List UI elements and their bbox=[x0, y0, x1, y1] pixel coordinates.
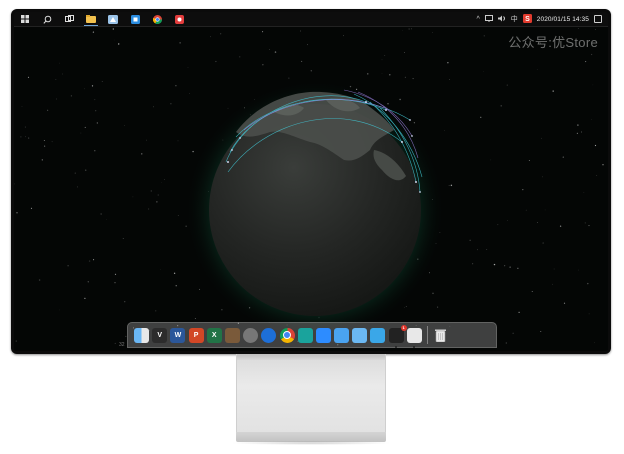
top-taskbar: ^ 中 S 2020/01/15 14:35 bbox=[14, 12, 608, 27]
running-indicator bbox=[395, 345, 398, 348]
volume-icon[interactable] bbox=[497, 15, 506, 24]
ime-indicator[interactable]: 中 bbox=[511, 16, 518, 23]
notification-badge: 1 bbox=[400, 324, 407, 331]
gear-icon[interactable] bbox=[243, 327, 259, 343]
terminal-icon[interactable]: 1 bbox=[388, 324, 407, 348]
teal-app-icon[interactable] bbox=[297, 327, 313, 343]
penguin-icon[interactable] bbox=[370, 327, 386, 343]
folder-icon[interactable] bbox=[80, 12, 102, 26]
chevron-up-icon[interactable]: ^ bbox=[476, 16, 479, 23]
sign-icon[interactable] bbox=[406, 327, 422, 348]
running-indicator bbox=[413, 345, 416, 348]
notification-icon[interactable] bbox=[594, 15, 602, 23]
desktop-screen: ^ 中 S 2020/01/15 14:35 公众号:优Store 32 V W P… bbox=[14, 12, 608, 351]
corner-number: 32 bbox=[119, 342, 125, 348]
dock-bar: V W P X 1 bbox=[127, 322, 497, 348]
task-view-icon[interactable] bbox=[58, 12, 80, 26]
clock-label[interactable]: 2020/01/15 14:35 bbox=[537, 16, 589, 23]
globe-visualization bbox=[185, 80, 445, 340]
word-icon[interactable]: W bbox=[170, 327, 186, 343]
powerpoint-icon[interactable]: P bbox=[188, 327, 204, 343]
stand-shadow bbox=[230, 441, 392, 445]
video-camera-icon[interactable] bbox=[315, 327, 331, 343]
trash-icon[interactable] bbox=[433, 328, 448, 343]
search-icon[interactable] bbox=[36, 12, 58, 26]
envelope-icon[interactable] bbox=[352, 327, 368, 343]
dock-icon-label: W bbox=[174, 331, 182, 339]
dock-separator bbox=[427, 326, 428, 344]
chrome-icon[interactable] bbox=[279, 327, 295, 343]
monitor-bezel: ^ 中 S 2020/01/15 14:35 公众号:优Store 32 V W P… bbox=[11, 9, 611, 354]
chrome-icon[interactable] bbox=[146, 12, 168, 26]
network-icon[interactable] bbox=[484, 14, 493, 24]
windows-logo-icon[interactable] bbox=[14, 12, 36, 26]
blue-app-icon[interactable] bbox=[124, 12, 146, 26]
dock-icon-label: X bbox=[211, 331, 217, 339]
compass-icon[interactable] bbox=[261, 327, 277, 343]
pen-tool-icon[interactable] bbox=[224, 327, 240, 343]
generic-app-icon[interactable] bbox=[102, 12, 124, 26]
dock-icon-label: P bbox=[193, 331, 199, 339]
v-logo-icon[interactable]: V bbox=[152, 327, 168, 343]
red-app-icon[interactable] bbox=[168, 12, 190, 26]
antivirus-icon[interactable]: S bbox=[522, 13, 532, 25]
chat-bubble-icon[interactable] bbox=[334, 327, 350, 343]
finder-icon[interactable] bbox=[134, 327, 149, 343]
excel-icon[interactable]: X bbox=[206, 327, 222, 343]
svg-text:S: S bbox=[525, 16, 530, 23]
dock-icon-label: V bbox=[157, 331, 163, 339]
monitor-stand-neck bbox=[236, 354, 386, 434]
watermark-text: 公众号:优Store bbox=[508, 35, 598, 50]
